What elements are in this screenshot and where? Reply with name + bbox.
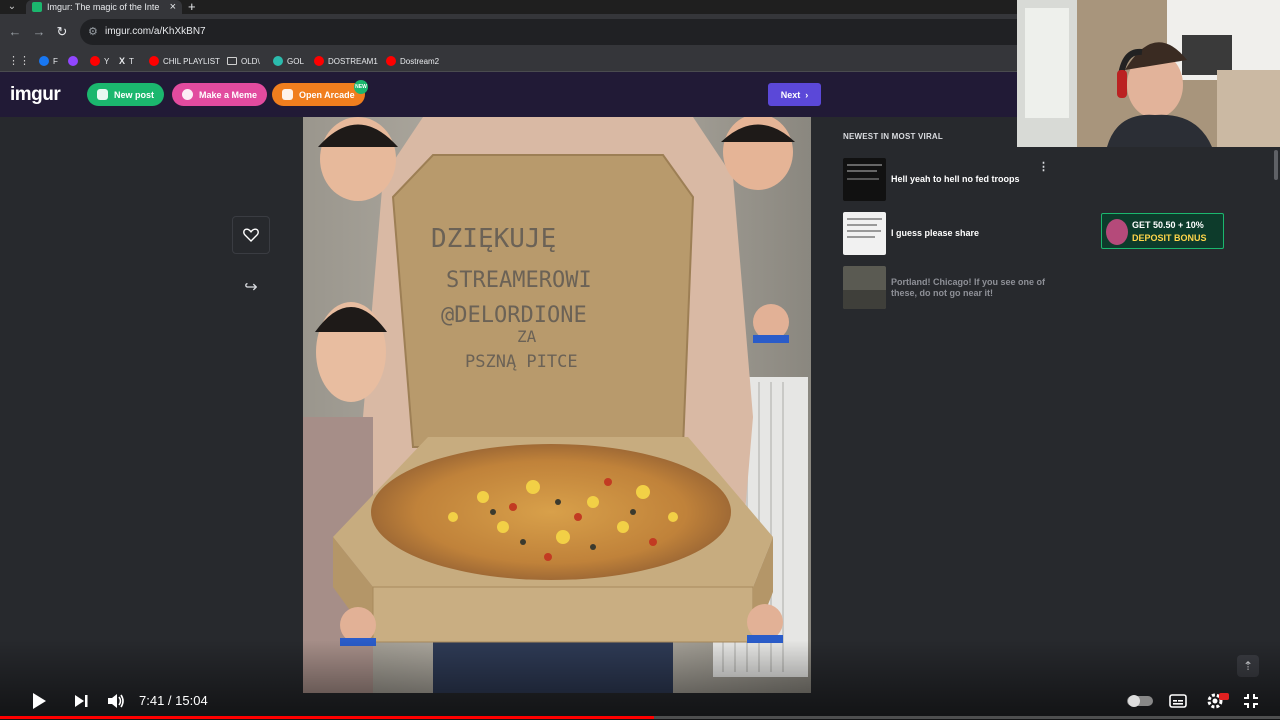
settings-button[interactable]	[1204, 690, 1230, 712]
post-title[interactable]: I guess please share	[891, 212, 1061, 255]
bookmark-label: Dostream2	[400, 56, 440, 66]
volume-button[interactable]	[105, 690, 127, 712]
video-progress-bar[interactable]	[0, 716, 1280, 719]
autoplay-toggle-icon	[1127, 695, 1153, 707]
bookmark-gol[interactable]: GOL	[273, 54, 304, 68]
bookmark-label: OLD\	[241, 56, 260, 66]
facebook-icon	[39, 56, 49, 66]
back-icon[interactable]: ←	[8, 25, 22, 39]
ad-line-2: DEPOSIT BONUS	[1132, 233, 1207, 243]
new-tab-icon[interactable]: +	[188, 0, 196, 14]
favorite-button[interactable]	[232, 216, 270, 254]
post-title[interactable]: Hell yeah to hell no fed troops	[891, 158, 1061, 201]
tab-title: Imgur: The magic of the Interne	[47, 2, 159, 12]
handwritten-line-2: STREAMEROWI	[446, 268, 592, 293]
youtube-icon	[90, 56, 100, 66]
handwritten-line-3: @DELORDIONE	[441, 303, 587, 328]
new-post-button[interactable]: New post	[87, 83, 165, 106]
bookmark-label: GOL	[287, 56, 304, 66]
exit-fullscreen-button[interactable]	[1240, 690, 1262, 712]
webcam-feed	[1017, 0, 1280, 147]
bookmark-label: F	[53, 56, 58, 66]
post-image: DZIĘKUJĘ STREAMEROWI @DELORDIONE ZA PSZN…	[303, 117, 811, 693]
youtube-icon	[149, 56, 159, 66]
reload-icon[interactable]: ↻	[55, 25, 69, 39]
bookmark-label: Y	[104, 56, 110, 66]
youtube-icon	[314, 56, 324, 66]
youtube-icon	[386, 56, 396, 66]
play-icon	[33, 693, 46, 709]
video-time: 7:41 / 15:04	[139, 693, 208, 708]
handwritten-line-1: DZIĘKUJĘ	[431, 224, 556, 254]
tab-close-icon[interactable]: ×	[170, 0, 176, 14]
site-info-icon[interactable]: ⚙	[88, 25, 98, 38]
bookmark-f[interactable]: F	[39, 54, 58, 68]
ad-banner[interactable]: GET 50.50 + 10% DEPOSIT BONUS	[1101, 213, 1224, 249]
exit-fullscreen-icon	[1244, 694, 1258, 708]
heart-icon	[243, 228, 259, 242]
gear-icon	[1207, 693, 1229, 709]
post-thumbnail[interactable]	[843, 266, 886, 309]
imgur-favicon-icon	[32, 2, 42, 12]
subtitles-button[interactable]	[1167, 690, 1189, 712]
screen: ⌄ Imgur: The magic of the Interne × + ← …	[0, 0, 1280, 720]
bookmark-old-folder[interactable]: OLD\	[227, 54, 260, 68]
autoplay-toggle[interactable]	[1126, 690, 1154, 712]
pizza-photo: DZIĘKUJĘ STREAMEROWI @DELORDIONE ZA PSZN…	[303, 117, 811, 693]
next-label: Next	[780, 89, 801, 100]
url-text[interactable]: imgur.com/a/KhXkBN7	[105, 19, 206, 45]
more-options-icon[interactable]: ⋮	[1038, 160, 1049, 173]
bookmark-y[interactable]: Y	[90, 54, 109, 68]
skip-next-icon	[75, 695, 88, 707]
tab-active[interactable]: Imgur: The magic of the Interne ×	[26, 0, 182, 14]
ad-mascot-icon	[1106, 219, 1128, 245]
viral-post-item[interactable]: Portland! Chicago! If you see one of the…	[843, 266, 1063, 310]
webcam-overlay	[1017, 0, 1280, 147]
play-button[interactable]	[28, 690, 50, 712]
make-meme-label: Make a Meme	[199, 89, 258, 100]
forward-icon[interactable]: →	[32, 25, 46, 39]
next-video-button[interactable]	[70, 690, 92, 712]
bookmark-label: DOSTREAM1	[328, 56, 378, 66]
open-arcade-button[interactable]: Open Arcade	[272, 83, 365, 106]
bookmark-twitch[interactable]	[68, 54, 78, 68]
make-meme-button[interactable]: Make a Meme	[172, 83, 268, 106]
post-thumbnail[interactable]	[843, 158, 886, 201]
viral-post-item[interactable]: Hell yeah to hell no fed troops	[843, 158, 1063, 202]
ad-line-1: GET 50.50 + 10%	[1132, 220, 1204, 230]
x-logo-icon: X	[119, 56, 126, 66]
sidebar-title: NEWEST IN MOST VIRAL	[843, 132, 943, 141]
apps-grid-icon[interactable]: ⋮⋮	[8, 54, 30, 68]
bookmark-chil-playlist[interactable]: CHIL PLAYLIST	[149, 54, 220, 68]
post-title[interactable]: Portland! Chicago! If you see one of the…	[891, 266, 1061, 309]
handwritten-line-5: PSZNĄ PITCE	[465, 352, 578, 372]
video-progress-fill	[0, 716, 655, 719]
arcade-new-badge: NEW	[354, 80, 368, 94]
handwritten-line-4: ZA	[517, 327, 537, 346]
chevron-right-icon: ›	[805, 89, 809, 100]
page-scrollbar[interactable]	[1274, 150, 1278, 180]
plus-icon	[97, 89, 108, 100]
post-thumbnail[interactable]	[843, 212, 886, 255]
bookmark-label: CHIL PLAYLIST	[163, 56, 220, 66]
open-arcade-label: Open Arcade	[299, 89, 355, 100]
gamepad-icon	[282, 89, 293, 100]
tab-search-icon[interactable]: ⌄	[4, 0, 20, 14]
gol-icon	[273, 56, 283, 66]
meme-icon	[182, 89, 193, 100]
folder-icon	[227, 57, 237, 65]
twitch-icon	[68, 56, 78, 66]
subtitles-icon	[1169, 694, 1187, 708]
volume-icon	[108, 694, 124, 708]
viral-post-item[interactable]: I guess please share	[843, 212, 1063, 256]
bookmark-dostream1[interactable]: DOSTREAM1	[314, 54, 378, 68]
bookmark-label: T	[129, 56, 134, 66]
bookmark-dostream2[interactable]: Dostream2	[386, 54, 439, 68]
new-post-label: New post	[114, 89, 155, 100]
bookmark-t[interactable]: XT	[119, 54, 134, 68]
share-arrow-icon[interactable]: ↪	[240, 277, 262, 299]
imgur-logo[interactable]: imgur	[10, 84, 61, 106]
next-button[interactable]: Next ›	[768, 83, 821, 106]
